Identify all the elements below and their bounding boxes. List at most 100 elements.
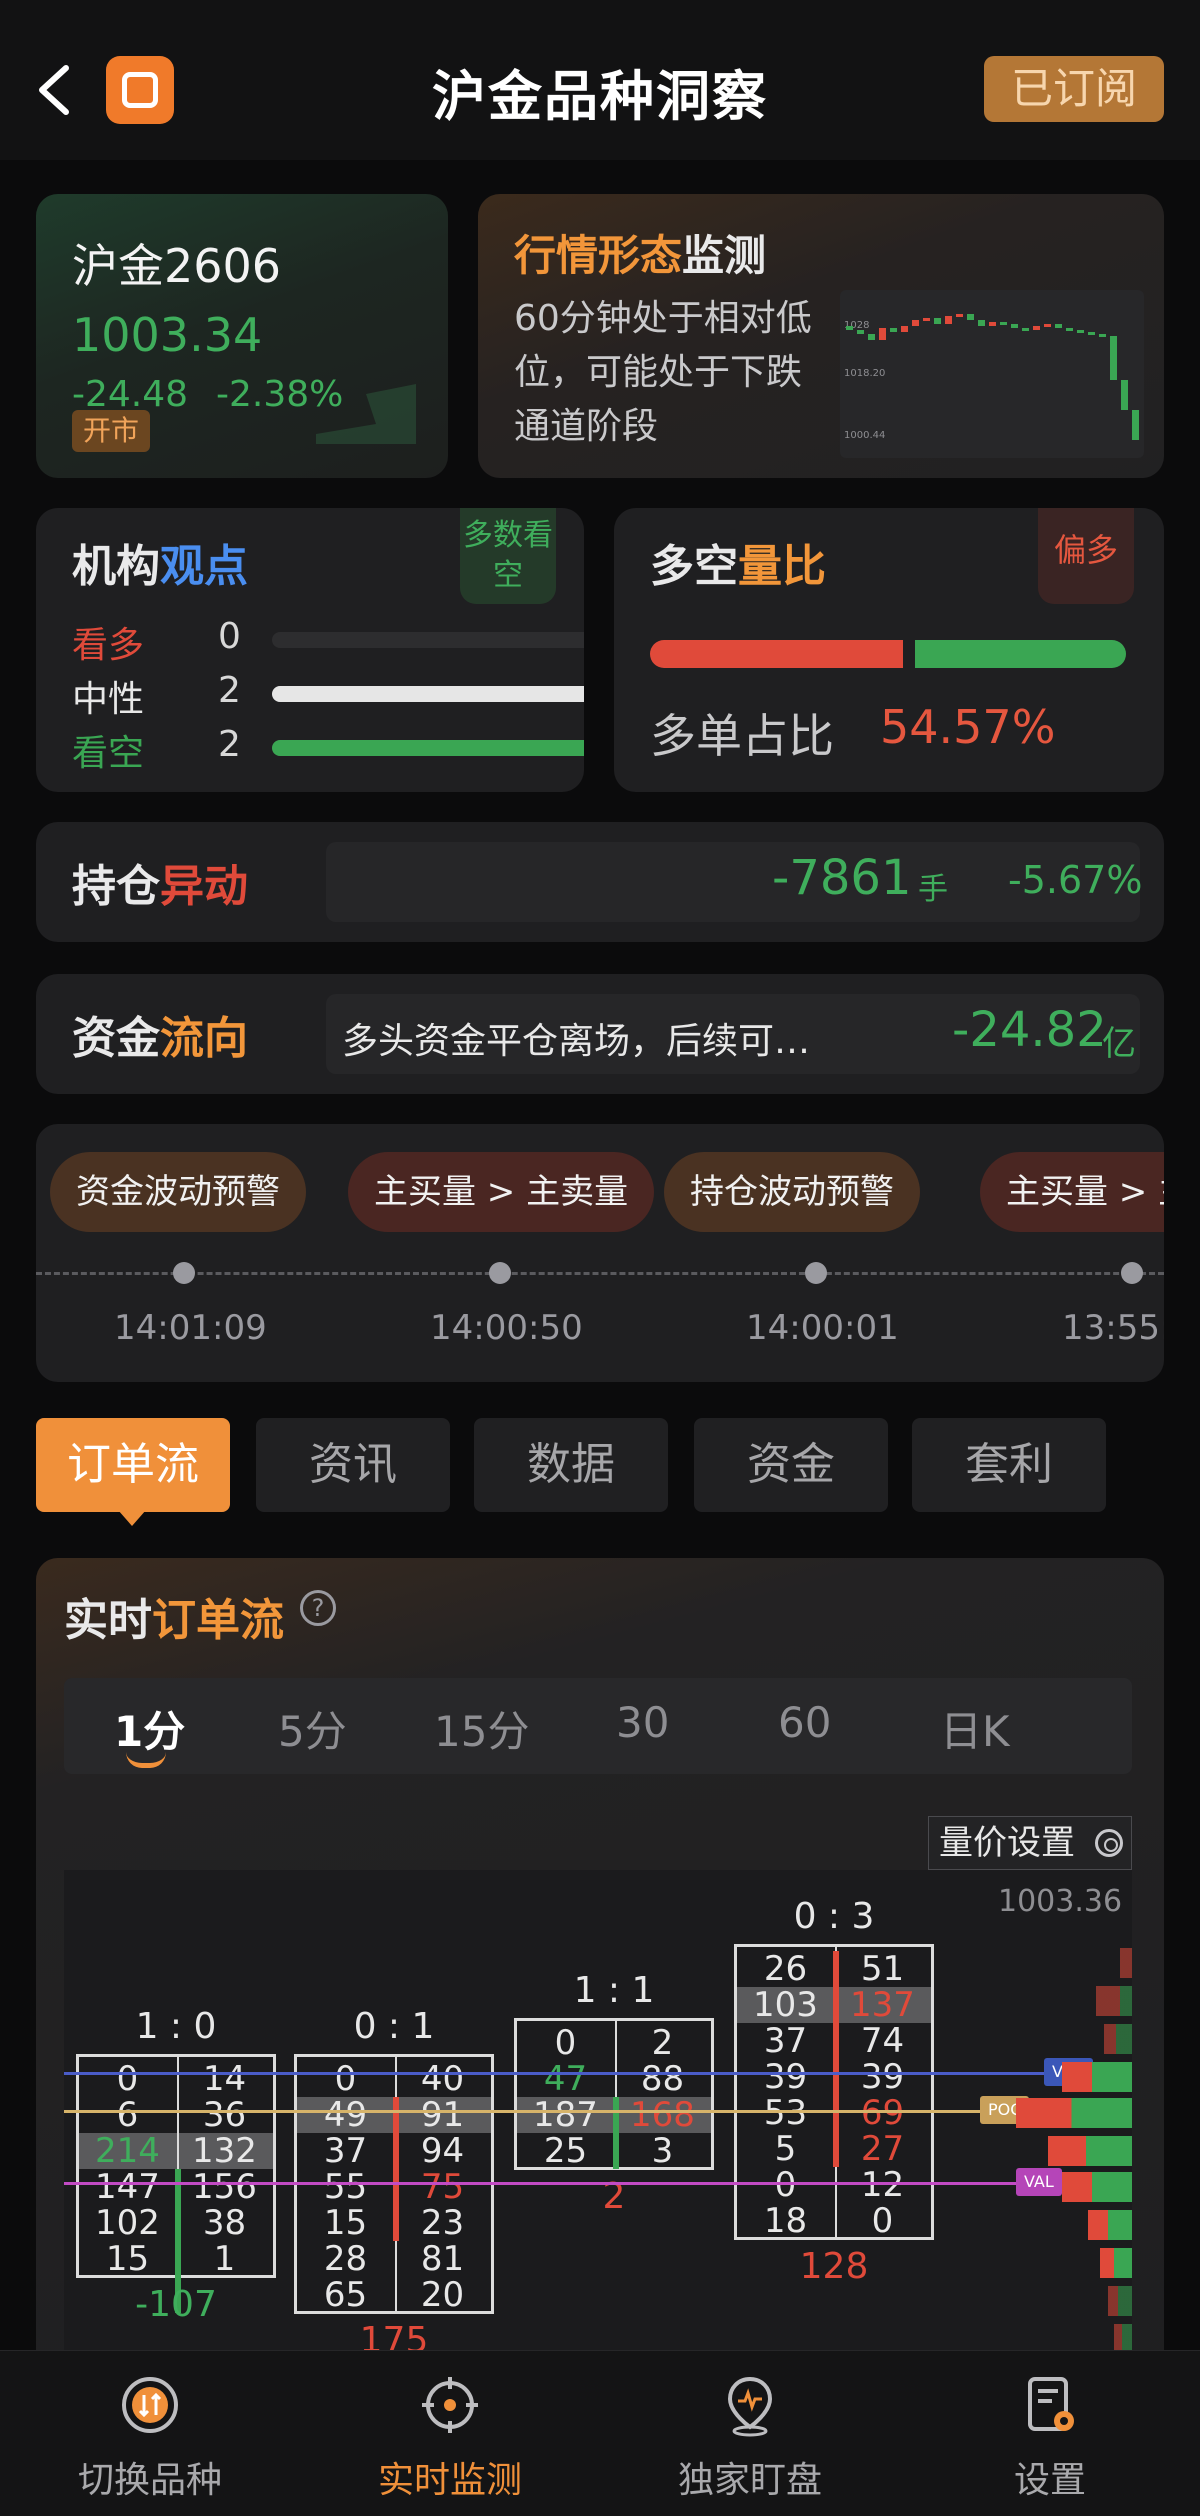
capital-flow-card[interactable]: 资金流向 多头资金平仓离场，后续可… -24.82 亿 xyxy=(36,974,1164,1094)
market-status-badge: 开市 xyxy=(72,410,150,452)
vah-line xyxy=(64,2072,1132,2075)
bid-volume: 47 xyxy=(543,2059,588,2099)
view-row: 看空 2 xyxy=(72,724,584,776)
nav-switch-contract[interactable]: 切换品种 xyxy=(0,2351,300,2516)
footprint-delta: -107 xyxy=(135,2284,217,2325)
flow-value-box: 多头资金平仓离场，后续可… -24.82 亿 xyxy=(326,994,1140,1074)
mini-candle xyxy=(846,326,853,330)
period-option[interactable]: 5分 xyxy=(278,1698,347,1759)
view-bar-track xyxy=(272,686,584,702)
bid-volume: 65 xyxy=(323,2275,368,2315)
alert-pill[interactable]: 主买量 > 主 xyxy=(980,1152,1164,1232)
period-option[interactable]: 15分 xyxy=(434,1698,529,1759)
bid-volume: 187 xyxy=(533,2095,598,2135)
bid-volume: 26 xyxy=(763,1949,808,1989)
view-label: 看多 xyxy=(72,625,145,666)
quote-card[interactable]: 沪金2606 1003.34 -24.48 -2.38% 开市 xyxy=(36,194,448,478)
tab-1[interactable]: 资讯 xyxy=(256,1418,450,1512)
pattern-title: 行情形态监测 xyxy=(514,231,767,280)
bid-volume: 39 xyxy=(763,2057,808,2097)
price-change: -24.48 xyxy=(72,374,189,415)
nav-exclusive-watch[interactable]: 独家盯盘 xyxy=(600,2351,900,2516)
mini-candle xyxy=(879,328,886,340)
mini-candle xyxy=(1088,332,1095,335)
ask-volume: 69 xyxy=(860,2093,905,2133)
mini-candle xyxy=(956,314,963,317)
mini-candle xyxy=(967,314,974,320)
bid-volume: 0 xyxy=(116,2059,139,2099)
view-bar-track xyxy=(272,632,584,648)
period-option[interactable]: 60 xyxy=(778,1698,831,1747)
subscribe-button[interactable]: 已订阅 xyxy=(984,56,1164,122)
volume-profile-bar xyxy=(1108,2286,1132,2316)
tab-4[interactable]: 套利 xyxy=(912,1418,1106,1512)
bid-volume: 0 xyxy=(774,2165,797,2205)
mini-candle xyxy=(857,330,864,334)
oi-title: 持仓异动 xyxy=(72,861,248,912)
oi-value-box: -7861 手 -5.67% xyxy=(326,842,1142,922)
ask-volume: 91 xyxy=(420,2095,465,2135)
mini-candle xyxy=(901,326,908,332)
volume-profile-bar xyxy=(1088,2210,1132,2240)
ask-volume: 20 xyxy=(420,2275,465,2315)
ask-volume: 3 xyxy=(651,2131,674,2171)
ask-volume: 132 xyxy=(192,2131,257,2171)
mini-candle xyxy=(912,320,919,326)
nav-realtime-monitor[interactable]: 实时监测 xyxy=(300,2351,600,2516)
ask-volume: 40 xyxy=(420,2059,465,2099)
ask-volume: 137 xyxy=(850,1985,915,2025)
mini-candle xyxy=(945,316,952,324)
flow-description: 多头资金平仓离场，后续可… xyxy=(342,1021,811,1062)
alert-pill[interactable]: 持仓波动预警 xyxy=(664,1152,920,1232)
bid-volume: 15 xyxy=(105,2239,150,2279)
view-count: 2 xyxy=(218,670,241,711)
period-option[interactable]: 日K xyxy=(940,1698,1010,1759)
mini-kline-chart: 1028 1018.20 1000.44 xyxy=(840,290,1144,458)
alert-pill[interactable]: 主买量 > 主卖量 xyxy=(348,1152,655,1232)
long-ratio-value: 54.57% xyxy=(880,700,1056,754)
mini-candle xyxy=(1066,328,1073,331)
alert-time: 13:55: xyxy=(1062,1308,1164,1348)
long-short-ratio-card[interactable]: 多空量比 偏多 多单占比 54.57% xyxy=(614,508,1164,792)
open-interest-card[interactable]: 持仓异动 -7861 手 -5.67% xyxy=(36,822,1164,942)
tab-2[interactable]: 数据 xyxy=(474,1418,668,1512)
ask-volume: 88 xyxy=(640,2059,685,2099)
mini-candle xyxy=(1132,410,1139,440)
alert-time: 14:01:09 xyxy=(114,1308,267,1348)
alert-timeline[interactable]: 资金波动预警 14:01:09 主买量 > 主卖量 14:00:50 持仓波动预警 14:… xyxy=(36,1124,1164,1382)
tab-0[interactable]: 订单流 xyxy=(36,1418,230,1512)
volume-profile-bar xyxy=(1100,2248,1132,2278)
footprint-bar: 0 14 6 36 214 132 147 156 102 38 15 1 xyxy=(76,2054,276,2313)
ask-volume: 14 xyxy=(202,2059,247,2099)
bid-volume: 49 xyxy=(323,2095,368,2135)
mini-candle xyxy=(890,328,897,332)
ask-volume: 1 xyxy=(213,2239,236,2279)
period-option[interactable]: 1分 xyxy=(114,1698,185,1759)
flow-title: 资金流向 xyxy=(72,1013,248,1064)
institution-views-card[interactable]: 机构观点 多数看空 看多 0 中性 2 看空 2 xyxy=(36,508,584,792)
volume-profile-bar xyxy=(1016,2098,1132,2128)
ratio-verdict-badge: 偏多 xyxy=(1038,508,1134,604)
bid-volume: 103 xyxy=(753,1985,818,2025)
tab-3[interactable]: 资金 xyxy=(694,1418,888,1512)
ask-volume: 39 xyxy=(860,2057,905,2097)
price-volume-settings-button[interactable]: 量价设置 xyxy=(928,1816,1132,1870)
pattern-monitor-card[interactable]: 行情形态监测 60分钟处于相对低位，可能处于下跌通道阶段 1028 1018.20… xyxy=(478,194,1164,478)
flow-value: -24.82 xyxy=(952,1002,1107,1058)
bottom-nav: 切换品种 实时监测 独家盯盘 设置 xyxy=(0,2350,1200,2516)
bid-volume: 15 xyxy=(323,2203,368,2243)
alert-pill[interactable]: 资金波动预警 xyxy=(50,1152,306,1232)
help-icon[interactable]: ? xyxy=(300,1590,336,1626)
mini-candle xyxy=(923,318,930,321)
ask-volume: 2 xyxy=(651,2023,674,2063)
nav-settings[interactable]: 设置 xyxy=(900,2351,1200,2516)
volume-profile-bar xyxy=(1120,1948,1132,1978)
pattern-description: 60分钟处于相对低位，可能处于下跌通道阶段 xyxy=(514,298,812,447)
mini-candle xyxy=(1000,322,1007,325)
view-count: 0 xyxy=(218,616,241,657)
footprint-ratio: 1 : 0 xyxy=(135,2006,217,2047)
switch-icon xyxy=(122,2377,178,2433)
bid-volume: 53 xyxy=(763,2093,808,2133)
period-option[interactable]: 30 xyxy=(616,1698,669,1747)
ask-volume: 75 xyxy=(420,2167,465,2207)
